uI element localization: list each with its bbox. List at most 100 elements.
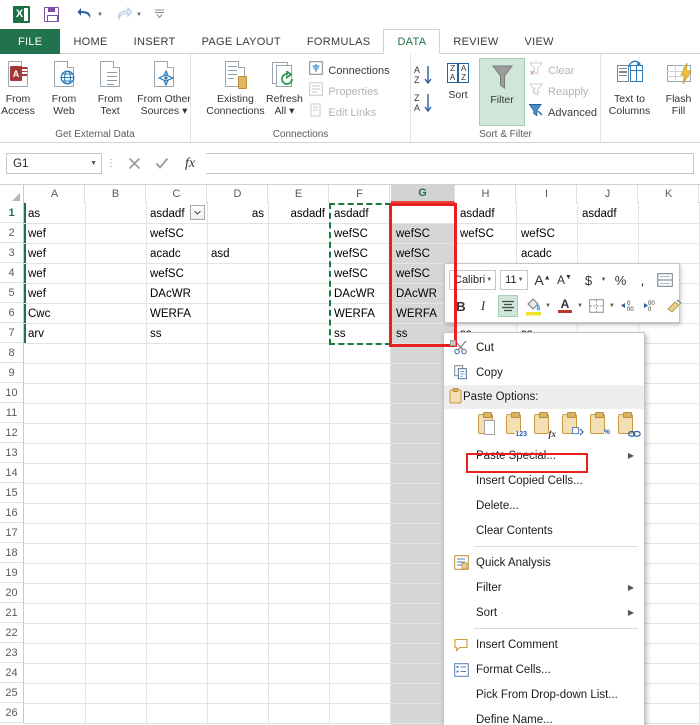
cell-C7[interactable]: ss	[147, 324, 207, 344]
row-header-4[interactable]: 4	[0, 263, 24, 283]
cell-D3[interactable]: asd	[208, 244, 268, 264]
font-name-combo[interactable]: Calibri ▼	[449, 270, 497, 290]
autofilter-dropdown-c1[interactable]	[190, 205, 205, 220]
decrease-decimal-button[interactable]: 00 0	[641, 295, 661, 317]
row-header-8[interactable]: 8	[0, 343, 24, 363]
filter-button[interactable]: Filter	[479, 58, 526, 126]
cell-A4[interactable]: wef	[25, 264, 85, 284]
from-access-button[interactable]: A From Access	[0, 58, 41, 117]
column-header-i[interactable]: I	[517, 185, 577, 203]
cell-F2[interactable]: wefSC	[331, 224, 390, 244]
center-align-button[interactable]	[498, 295, 518, 317]
formula-input[interactable]	[206, 153, 694, 174]
insert-function-button[interactable]: fx	[176, 153, 204, 174]
cell-G3[interactable]: wefSC	[393, 244, 455, 264]
row-header-5[interactable]: 5	[0, 283, 24, 303]
cell-H1[interactable]: asdadf	[457, 204, 516, 224]
tab-insert[interactable]: INSERT	[121, 29, 189, 54]
column-header-c[interactable]: C	[147, 185, 207, 203]
cell-H2[interactable]: wefSC	[457, 224, 516, 244]
from-web-button[interactable]: From Web	[41, 58, 87, 117]
decrease-font-size-button[interactable]: A▼	[555, 269, 575, 291]
cell-F1[interactable]: asdadf	[331, 204, 390, 224]
fill-handle[interactable]	[450, 340, 456, 346]
cell-F7[interactable]: ss	[331, 324, 390, 344]
cell-A7[interactable]: arv	[25, 324, 85, 344]
save-icon[interactable]	[38, 4, 64, 26]
existing-connections-button[interactable]: Existing Connections	[206, 58, 265, 117]
row-header-2[interactable]: 2	[0, 223, 24, 243]
cell-C2[interactable]: wefSC	[147, 224, 207, 244]
column-header-j[interactable]: J	[578, 185, 638, 203]
row-header-10[interactable]: 10	[0, 383, 24, 403]
sort-descending-button[interactable]: Z A	[413, 89, 435, 117]
redo-dropdown-icon[interactable]: ▼	[136, 12, 142, 18]
cell-C3[interactable]: acadc	[147, 244, 207, 264]
merge-cells-button[interactable]	[655, 269, 675, 291]
row-header-26[interactable]: 26	[0, 703, 24, 723]
cell-F6[interactable]: WERFA	[331, 304, 390, 324]
chevron-down-icon[interactable]: ▼	[601, 277, 607, 283]
refresh-all-button[interactable]: Refresh All ▾	[263, 58, 305, 117]
context-menu-item-clear-contents[interactable]: Clear Contents	[444, 518, 644, 543]
cell-I2[interactable]: wefSC	[518, 224, 577, 244]
row-header-15[interactable]: 15	[0, 483, 24, 503]
paste-formulas-icon[interactable]: fx	[530, 412, 556, 440]
cell-G2[interactable]: wefSC	[393, 224, 455, 244]
increase-font-size-button[interactable]: A▲	[533, 269, 553, 291]
row-header-7[interactable]: 7	[0, 323, 24, 343]
cell-E1[interactable]: asdadf	[269, 204, 329, 224]
select-all-corner[interactable]	[0, 185, 24, 203]
context-menu-item-format-cells[interactable]: Format Cells...	[444, 657, 644, 682]
row-header-9[interactable]: 9	[0, 363, 24, 383]
formula-bar-grip[interactable]: ⋮	[102, 159, 120, 169]
customize-qat-icon[interactable]	[154, 8, 165, 22]
sort-button[interactable]: ZA AZ Sort	[437, 58, 479, 101]
chevron-down-icon[interactable]: ▼	[486, 277, 492, 283]
context-menu-item-delete[interactable]: Delete...	[444, 493, 644, 518]
paste-link-icon[interactable]	[614, 412, 641, 440]
cell-A6[interactable]: Cwc	[25, 304, 85, 324]
from-text-button[interactable]: From Text	[87, 58, 133, 117]
context-menu-item-cut[interactable]: Cut	[444, 335, 644, 360]
tab-data[interactable]: DATA	[383, 29, 441, 54]
row-header-23[interactable]: 23	[0, 643, 24, 663]
increase-decimal-button[interactable]: 0 00	[619, 295, 639, 317]
enter-formula-button[interactable]	[148, 153, 176, 174]
cell-D1[interactable]: as	[208, 204, 268, 224]
cancel-formula-button[interactable]	[120, 153, 148, 174]
cell-A5[interactable]: wef	[25, 284, 85, 304]
context-menu-item-copy[interactable]: Copy	[444, 360, 644, 385]
from-other-sources-button[interactable]: From Other Sources ▾	[133, 58, 195, 117]
borders-button[interactable]	[587, 295, 607, 317]
connections-button[interactable]: Connections	[305, 60, 393, 81]
cell-C4[interactable]: wefSC	[147, 264, 207, 284]
tab-view[interactable]: VIEW	[512, 29, 567, 54]
cell-F3[interactable]: wefSC	[331, 244, 390, 264]
bold-button[interactable]: B	[451, 295, 471, 317]
column-header-e[interactable]: E	[269, 185, 329, 203]
paste-all-icon[interactable]	[474, 412, 500, 440]
row-header-21[interactable]: 21	[0, 603, 24, 623]
chevron-down-icon[interactable]: ▼	[577, 303, 583, 309]
cell-A1[interactable]: as	[25, 204, 85, 224]
row-header-1[interactable]: 1	[0, 203, 24, 223]
context-menu-item-insert-comment[interactable]: Insert Comment	[444, 632, 644, 657]
cell-J1[interactable]: asdadf	[579, 204, 638, 224]
paste-values-icon[interactable]: 123	[502, 412, 528, 440]
paste-formatting-icon[interactable]: %	[586, 412, 612, 440]
context-menu-item-quick-analysis[interactable]: Quick Analysis	[444, 550, 644, 575]
name-box[interactable]: G1 ▼	[6, 153, 102, 174]
cell-A3[interactable]: wef	[25, 244, 85, 264]
column-header-k[interactable]: K	[639, 185, 699, 203]
active-cell-g1[interactable]	[391, 204, 455, 223]
row-header-6[interactable]: 6	[0, 303, 24, 323]
redo-icon[interactable]	[113, 4, 135, 26]
row-header-3[interactable]: 3	[0, 243, 24, 263]
cell-C5[interactable]: DAcWR	[147, 284, 207, 304]
font-size-combo[interactable]: 11 ▼	[500, 270, 528, 290]
row-header-18[interactable]: 18	[0, 543, 24, 563]
flash-fill-button[interactable]: Flash Fill	[658, 58, 700, 117]
chevron-down-icon[interactable]: ▼	[609, 303, 615, 309]
tab-page-layout[interactable]: PAGE LAYOUT	[189, 29, 294, 54]
